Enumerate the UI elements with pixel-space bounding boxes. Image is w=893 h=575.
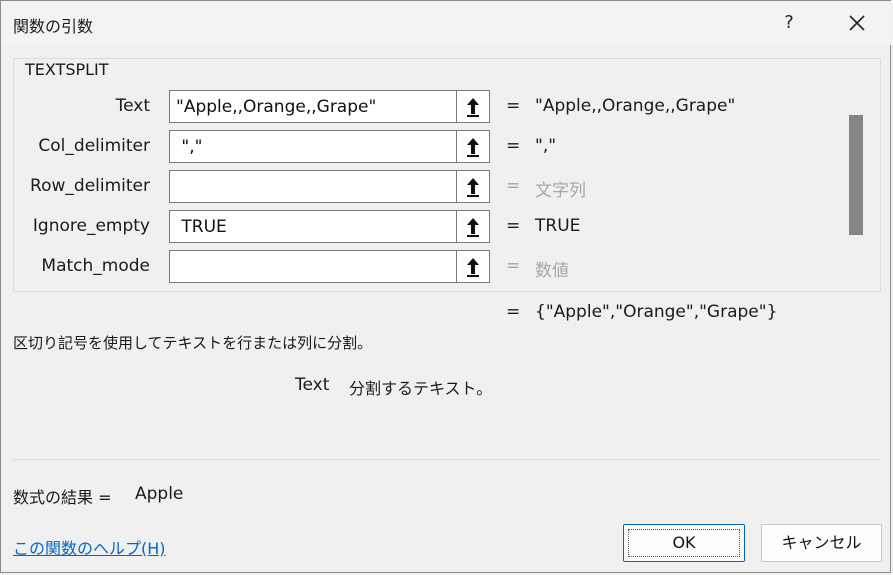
overall-result: {"Apple","Orange","Grape"} [535, 302, 778, 322]
arrow-up-icon [467, 257, 479, 277]
close-icon [849, 15, 865, 31]
help-button[interactable]: ? [775, 9, 803, 37]
function-help-link[interactable]: この関数のヘルプ(H) [13, 535, 166, 559]
overall-equals: = [506, 302, 521, 322]
match-mode-input[interactable] [169, 250, 457, 283]
arrow-up-icon [467, 217, 479, 237]
arg-equals: = [506, 96, 521, 116]
arg-label-row-delimiter: Row_delimiter [30, 176, 150, 196]
text-input[interactable] [169, 90, 457, 123]
divider [13, 459, 881, 460]
scrollbar-thumb[interactable] [849, 115, 863, 235]
arg-result-match-mode: 数値 [535, 261, 569, 281]
arg-equals: = [506, 256, 521, 276]
text-collapse-button[interactable] [457, 90, 490, 123]
ignore-empty-collapse-button[interactable] [457, 210, 490, 243]
arg-equals: = [506, 216, 521, 236]
cancel-button[interactable]: キャンセル [761, 524, 882, 562]
close-button[interactable] [843, 9, 871, 37]
focus-ring [628, 529, 740, 557]
function-description: 区切り記号を使用してテキストを行または列に分割。 [13, 334, 373, 352]
match-mode-collapse-button[interactable] [457, 250, 490, 283]
arrow-up-icon [467, 137, 479, 157]
current-arg-name: Text [295, 375, 330, 395]
arrow-up-icon [467, 97, 479, 117]
arg-result-text: "Apple,,Orange,,Grape" [535, 96, 736, 116]
arg-label-match-mode: Match_mode [41, 256, 150, 276]
arg-equals: = [506, 176, 521, 196]
ignore-empty-input[interactable] [169, 210, 457, 243]
function-arguments-dialog: 関数の引数 ? TEXTSPLIT Text = "Apple,,Orange,… [0, 0, 892, 573]
arg-result-row-delimiter: 文字列 [535, 181, 586, 201]
arrow-up-icon [467, 177, 479, 197]
col-delimiter-collapse-button[interactable] [457, 130, 490, 163]
function-name-label: TEXTSPLIT [23, 60, 111, 79]
formula-result-label: 数式の結果 = [13, 488, 112, 507]
arg-label-col-delimiter: Col_delimiter [38, 136, 150, 156]
arg-equals: = [506, 136, 521, 156]
dialog-title: 関数の引数 [13, 17, 94, 36]
title-bar: 関数の引数 ? [1, 1, 892, 45]
row-delimiter-collapse-button[interactable] [457, 170, 490, 203]
row-delimiter-input[interactable] [169, 170, 457, 203]
arg-result-col-delimiter: "," [535, 136, 557, 156]
current-arg-description: 分割するテキスト。 [349, 379, 493, 398]
cancel-button-label: キャンセル [781, 533, 862, 552]
ok-button[interactable]: OK [623, 524, 745, 562]
formula-result-value: Apple [135, 484, 184, 504]
arg-label-text: Text [115, 96, 150, 116]
arg-label-ignore-empty: Ignore_empty [32, 216, 150, 236]
col-delimiter-input[interactable] [169, 130, 457, 163]
arg-result-ignore-empty: TRUE [535, 216, 581, 236]
